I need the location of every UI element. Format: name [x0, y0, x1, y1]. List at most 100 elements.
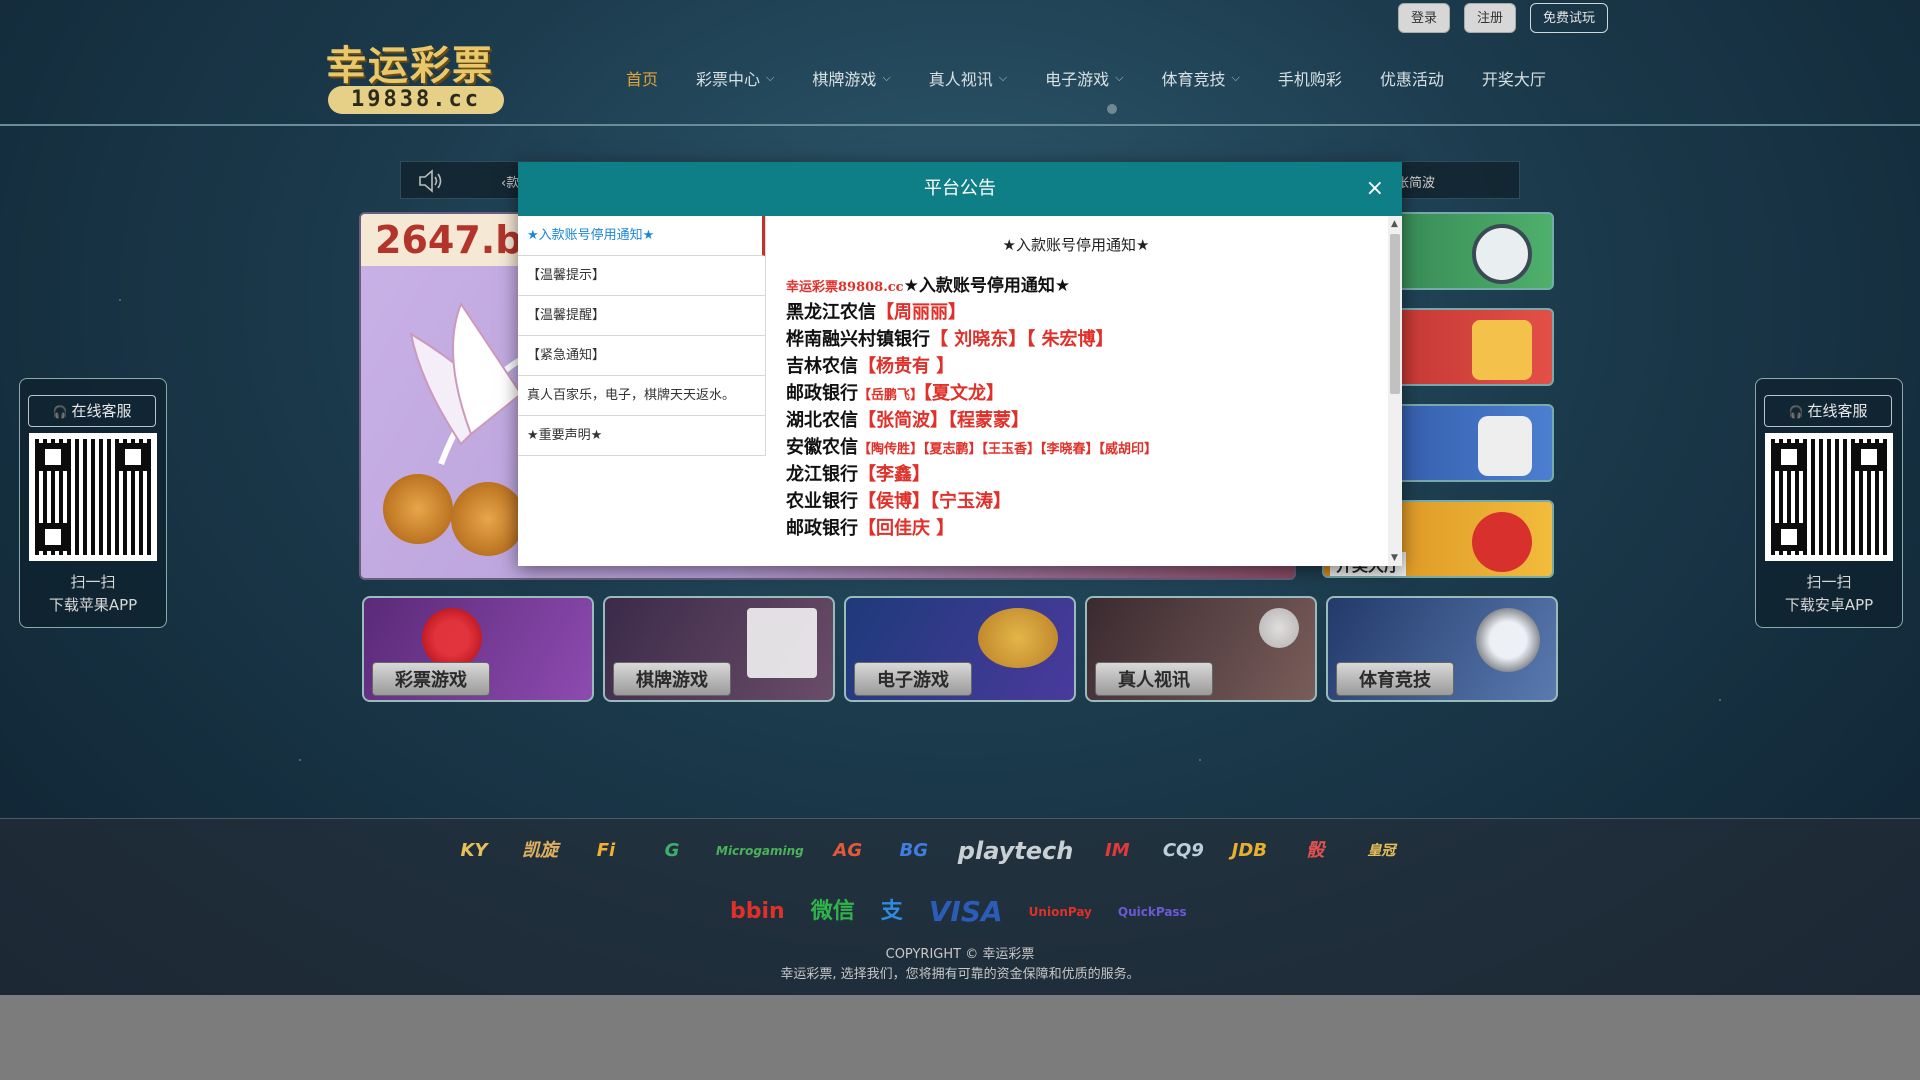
login-button[interactable]: 登录: [1398, 3, 1451, 33]
online-support-button[interactable]: 🎧 在线客服: [1764, 395, 1892, 427]
partner-logo-microgaming: Microgaming: [716, 844, 804, 858]
bank-name: 桦南融兴村镇银行: [786, 329, 930, 350]
notice-line: 邮政银行【回佳庆 】: [786, 515, 1157, 542]
payment-logo-alipay: 支: [880, 899, 903, 924]
soccer-ball-icon: [1476, 608, 1540, 672]
mooncake-image: [451, 482, 525, 556]
lottery-ball-icon: [422, 608, 482, 668]
phone-icon: [1478, 416, 1532, 476]
scroll-down-icon[interactable]: ▼: [1391, 553, 1398, 563]
account-buttons: 登录 注册 免费试玩: [1398, 3, 1609, 33]
announcement-item[interactable]: 【温馨提醒】: [518, 296, 765, 336]
nav-draw-hall[interactable]: 开奖大厅: [1482, 66, 1546, 90]
bank-name: 邮政银行: [786, 518, 858, 539]
nav-home[interactable]: 首页: [626, 66, 658, 90]
payment-logo-quickpass: QuickPass: [1117, 905, 1187, 919]
notice-lines: 幸运彩票89808.cc★入款账号停用通知★ 黑龙江农信【周丽丽】 桦南融兴村镇…: [786, 272, 1157, 542]
game-card-sports[interactable]: 体育竞技: [1326, 596, 1558, 702]
partner-logo-ky: KY: [460, 840, 488, 861]
modal-scrollbar[interactable]: ▲ ▼: [1388, 216, 1402, 566]
playing-cards-icon: [747, 608, 817, 678]
scroll-up-icon[interactable]: ▲: [1391, 219, 1398, 229]
bank-name: 湖北农信: [786, 410, 858, 431]
account-names: 【张简波】【程蒙蒙】: [858, 410, 1029, 431]
chevron-down-icon: ⌵: [766, 71, 775, 84]
free-trial-button[interactable]: 免费试玩: [1530, 3, 1609, 33]
notice-line: 农业银行【侯博】【宁玉涛】: [786, 488, 1157, 515]
bank-name: 农业银行: [786, 491, 858, 512]
close-icon[interactable]: ×: [1366, 162, 1384, 216]
bank-name: 安徽农信: [786, 437, 858, 458]
notice-line: 吉林农信【杨贵有 】: [786, 353, 1157, 380]
nav-promotions-label: 优惠活动: [1379, 70, 1444, 89]
notice-site: 幸运彩票89808.cc: [786, 280, 904, 295]
logo-domain: 19838.cc: [328, 86, 504, 114]
qr-code-android: [1765, 433, 1893, 561]
announcement-modal: 平台公告 × ★入款账号停用通知★ 【温馨提示】 【温馨提醒】 【紧急通知】 真…: [518, 162, 1402, 566]
bank-name: 龙江银行: [786, 464, 858, 485]
nav-mobile-label: 手机购彩: [1277, 70, 1342, 89]
qr-panel-android: 🎧 在线客服 扫一扫 下载安卓APP: [1755, 378, 1903, 628]
qr-code-ios: [29, 433, 157, 561]
nav-chess-label: 棋牌游戏: [812, 70, 877, 89]
speaker-icon: [419, 169, 442, 193]
announcement-item[interactable]: 【紧急通知】: [518, 336, 765, 376]
game-card-live[interactable]: 真人视讯: [1085, 596, 1317, 702]
game-card-label: 彩票游戏: [372, 662, 490, 696]
partner-logo-kaixuan: 凯旋: [522, 840, 558, 861]
partner-logo-dice: 骰: [1306, 840, 1325, 861]
register-button[interactable]: 注册: [1464, 3, 1517, 33]
partner-logo-im: IM: [1105, 840, 1130, 861]
game-card-label: 电子游戏: [854, 662, 972, 696]
notice-line: 湖北农信【张简波】【程蒙蒙】: [786, 407, 1157, 434]
bank-name: 吉林农信: [786, 356, 858, 377]
partner-logo-crown: 皇冠: [1367, 843, 1396, 859]
nav-chess[interactable]: 棋牌游戏 ⌵: [812, 66, 890, 90]
announcement-content: ★入款账号停用通知★ 幸运彩票89808.cc★入款账号停用通知★ 黑龙江农信【…: [766, 216, 1402, 566]
scan-text: 扫一扫: [1806, 573, 1852, 591]
announcement-item[interactable]: ★重要声明★: [518, 416, 765, 456]
account-names: 【 刘晓东】【 朱宏博】: [930, 329, 1114, 350]
account-names: 【岳鹏飞】: [858, 388, 924, 403]
account-names: 【杨贵有 】: [858, 356, 955, 377]
scrollbar-thumb[interactable]: [1390, 234, 1400, 394]
account-names: 【李鑫】: [858, 464, 930, 485]
nav-mobile[interactable]: 手机购彩: [1278, 66, 1342, 90]
account-names: 【侯博】【宁玉涛】: [858, 491, 1011, 512]
nav-sports-label: 体育竞技: [1161, 70, 1226, 89]
game-card-lottery[interactable]: 彩票游戏: [362, 596, 594, 702]
download-ios-text: 下载苹果APP: [48, 596, 138, 614]
nav-indicator-dot: [1107, 104, 1117, 114]
qr-panel-ios: 🎧 在线客服 扫一扫 下载苹果APP: [19, 378, 167, 628]
announcement-item[interactable]: 真人百家乐，电子，棋牌天天返水。: [518, 376, 765, 416]
nav-live-label: 真人视讯: [928, 70, 993, 89]
announcement-item[interactable]: 【温馨提示】: [518, 256, 765, 296]
partner-logo-bg: BG: [899, 840, 929, 861]
dice-icon: [1259, 608, 1299, 648]
scan-text: 扫一扫: [70, 573, 116, 591]
payment-logo-unionpay: UnionPay: [1028, 905, 1092, 919]
robot-icon: [1472, 224, 1532, 284]
nav-live[interactable]: 真人视讯 ⌵: [929, 66, 1007, 90]
download-android-text: 下载安卓APP: [1784, 596, 1874, 614]
announcement-item[interactable]: ★入款账号停用通知★: [518, 216, 765, 256]
payment-logo-visa: VISA: [928, 895, 1003, 928]
account-names: 【周丽丽】: [876, 302, 966, 323]
nav-electronic-label: 电子游戏: [1045, 70, 1110, 89]
game-card-chess[interactable]: 棋牌游戏: [603, 596, 835, 702]
online-support-button[interactable]: 🎧 在线客服: [28, 395, 156, 427]
nav-sports[interactable]: 体育竞技 ⌵: [1161, 66, 1239, 90]
game-card-electronic[interactable]: 电子游戏: [844, 596, 1076, 702]
site-logo[interactable]: 幸运彩票 19838.cc: [326, 44, 506, 114]
modal-header: 平台公告 ×: [518, 162, 1402, 216]
footer-tagline: 幸运彩票, 选择我们，您将拥有可靠的资金保障和优质的服务。: [780, 967, 1140, 982]
notice-title: ★入款账号停用通知★: [1002, 236, 1150, 254]
mooncake-image: [383, 474, 453, 544]
bank-name: 黑龙江农信: [786, 302, 876, 323]
headset-icon: 🎧: [1788, 405, 1804, 419]
nav-lottery[interactable]: 彩票中心 ⌵: [696, 66, 774, 90]
nav-promotions[interactable]: 优惠活动: [1380, 66, 1444, 90]
nav-electronic[interactable]: 电子游戏 ⌵: [1045, 66, 1123, 90]
partner-logo-jdb: JDB: [1231, 840, 1268, 861]
marquee-text-left: ‹款: [501, 176, 520, 191]
